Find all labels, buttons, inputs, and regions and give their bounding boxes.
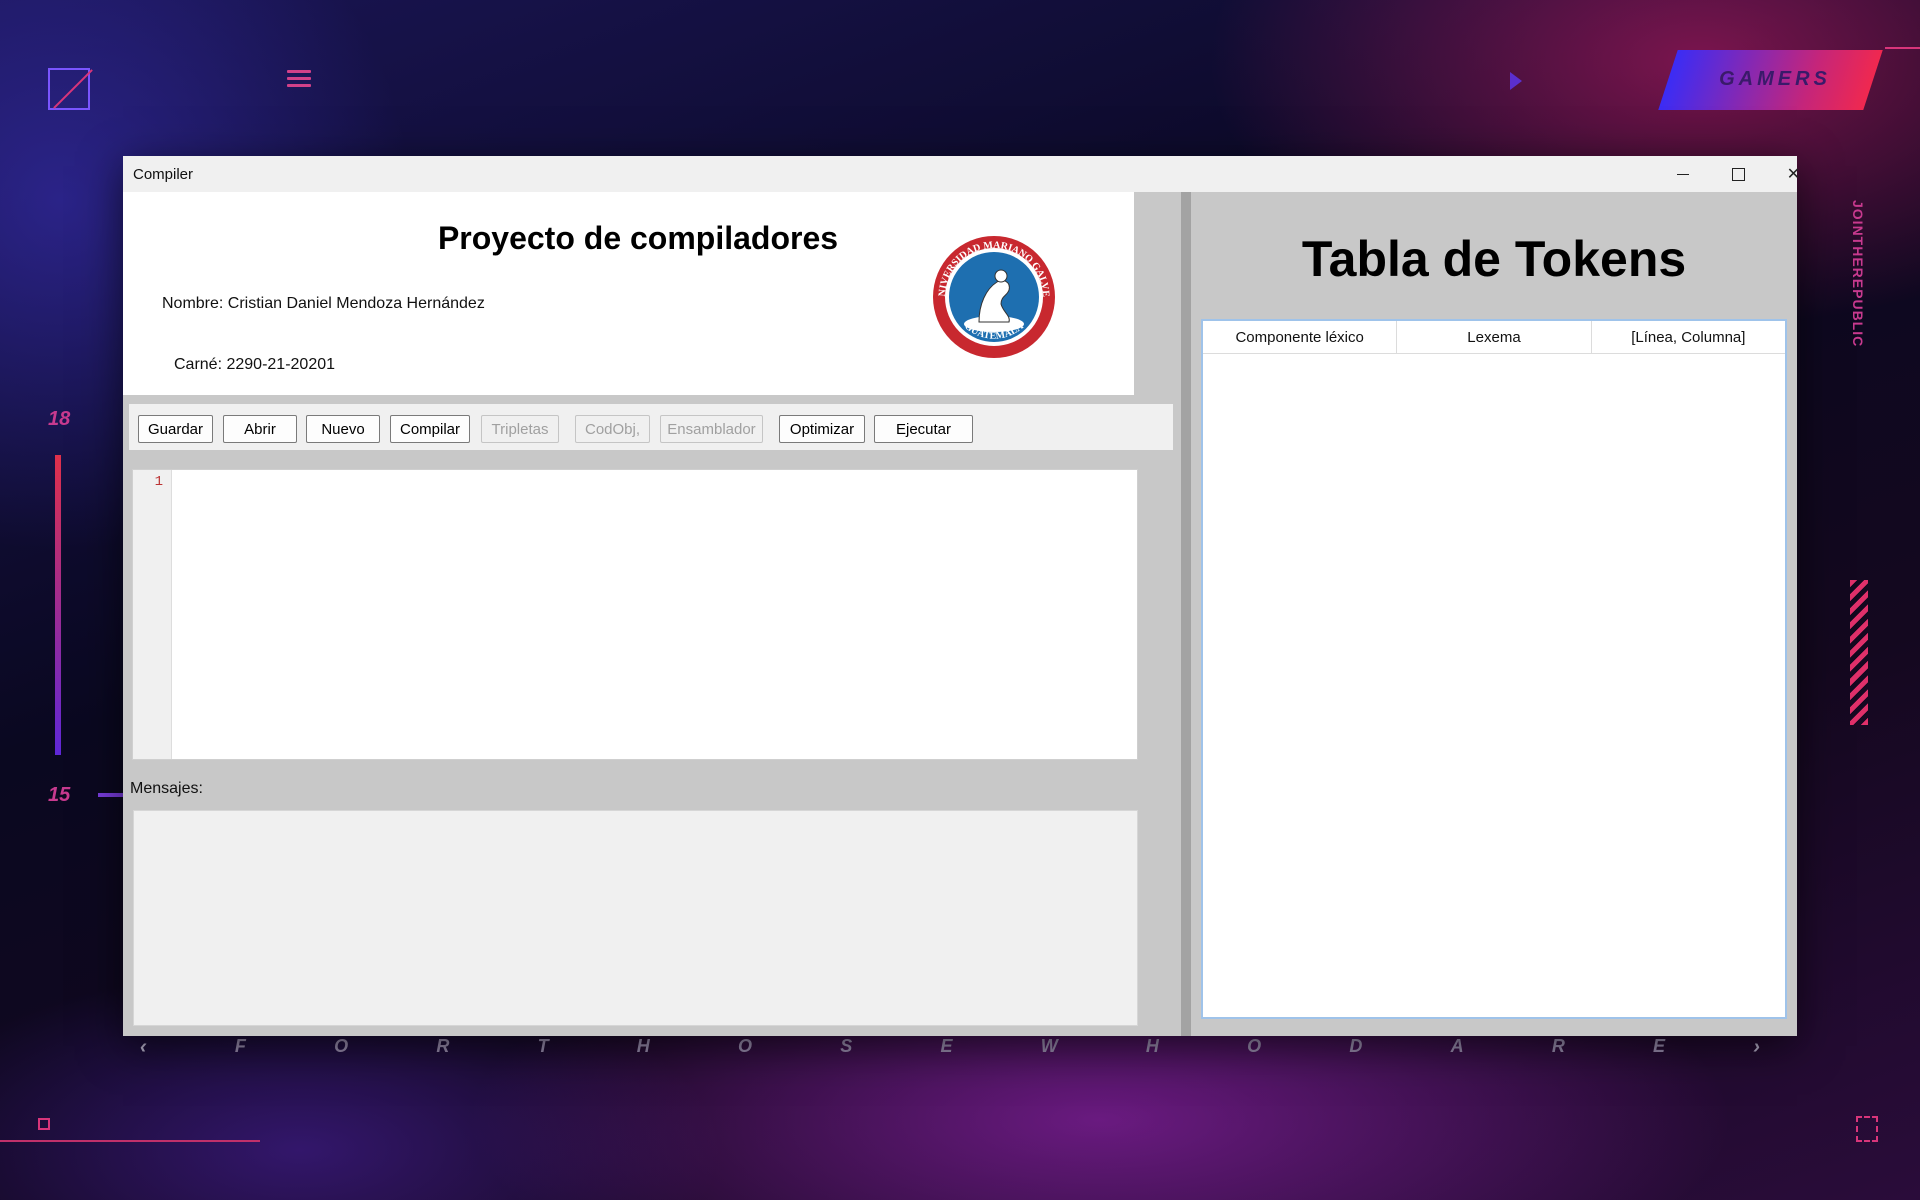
wallpaper-dash [98,793,124,797]
column-header-lexeme[interactable]: Lexema [1397,321,1592,353]
tokens-table-header: Componente léxico Lexema [Línea, Columna… [1203,321,1785,354]
maximize-button[interactable] [1711,156,1766,192]
window-title: Compiler [133,166,194,183]
wallpaper-letter: O [738,1036,753,1056]
wallpaper-grid-icon [1856,1116,1878,1142]
student-id: Carné: 2290-21-20201 [174,356,336,373]
panel-splitter[interactable] [1181,192,1191,1036]
wallpaper-letter: F [234,1036,246,1056]
wallpaper-gauge-bar [55,455,61,755]
wallpaper-number-top: 18 [48,408,71,430]
wallpaper-arrow-right-icon: › [1753,1036,1760,1058]
university-seal-logo: UNIVERSIDAD MARIANO GALVEZ GUATEMALA [931,234,1055,358]
close-button[interactable]: ✕ [1766,156,1821,192]
right-panel: Tabla de Tokens Componente léxico Lexema… [1191,192,1797,1036]
tokens-title: Tabla de Tokens [1301,231,1687,287]
tripletas-button[interactable]: Tripletas [481,415,559,443]
wallpaper-letter: O [1247,1036,1262,1056]
wallpaper-letter: R [1551,1036,1565,1056]
wallpaper-letter: T [537,1036,549,1056]
compilar-button[interactable]: Compilar [390,415,470,443]
wallpaper-letter: R [436,1036,450,1056]
line-number: 1 [154,474,163,490]
wallpaper-arrow-left-icon: ‹ [140,1036,147,1058]
ensamblador-button[interactable]: Ensamblador [660,415,763,443]
wallpaper-number-bottom: 15 [48,784,71,806]
wallpaper-logo-icon [48,68,90,110]
nuevo-button[interactable]: Nuevo [306,415,380,443]
wallpaper-letter: S [840,1036,853,1056]
wallpaper-bottom-text: ‹ F O R T H O S E W H O D A R E › [140,1036,1760,1059]
guardar-button[interactable]: Guardar [138,415,213,443]
maximize-icon [1732,167,1745,181]
wallpaper-letter: W [1040,1036,1058,1056]
wallpaper-corner-icon [38,1118,50,1130]
close-icon: ✕ [1786,166,1801,183]
title-bar[interactable]: Compiler ✕ [123,156,1800,192]
wallpaper-letter: H [636,1036,650,1056]
wallpaper-bottom-line [0,1140,260,1142]
wallpaper-line [1885,47,1920,49]
messages-label: Mensajes: [130,780,203,797]
wallpaper-letter: D [1349,1036,1363,1056]
ejecutar-button[interactable]: Ejecutar [874,415,973,443]
wallpaper-letter: O [334,1036,349,1056]
code-editor[interactable]: 1 [132,469,1138,760]
abrir-button[interactable]: Abrir [223,415,297,443]
wallpaper-letter: E [940,1036,953,1056]
column-header-position[interactable]: [Línea, Columna] [1592,321,1785,353]
toolbar: Guardar Abrir Nuevo Compilar Tripletas CodObj… [129,404,1173,450]
minimize-icon [1676,173,1689,175]
wallpaper-stripes [1850,580,1868,725]
codobj-button[interactable]: CodObj, [575,415,650,443]
wallpaper-letter: E [1653,1036,1666,1056]
left-panel: Proyecto de compiladores Nombre: Cristia… [123,192,1181,1036]
project-header: Proyecto de compiladores Nombre: Cristia… [123,192,1134,395]
wallpaper-play-icon [1510,72,1522,90]
messages-area[interactable] [133,810,1138,1026]
wallpaper-letter: H [1145,1036,1159,1056]
student-name: Nombre: Cristian Daniel Mendoza Hernánde… [162,295,485,312]
wallpaper-badge-text: GAMERS [1719,68,1831,90]
minimize-button[interactable] [1655,156,1710,192]
wallpaper-vertical-text: JOINTHEREPUBLIC [1850,200,1866,348]
tokens-table[interactable]: Componente léxico Lexema [Línea, Columna… [1201,319,1787,1019]
compiler-window: Compiler ✕ Proyecto de compiladores Nomb… [123,156,1800,1036]
optimizar-button[interactable]: Optimizar [779,415,865,443]
line-number-gutter: 1 [133,470,172,759]
column-header-component[interactable]: Componente léxico [1203,321,1398,353]
wallpaper-menu-icon [287,70,311,91]
wallpaper-letter: A [1450,1036,1464,1056]
